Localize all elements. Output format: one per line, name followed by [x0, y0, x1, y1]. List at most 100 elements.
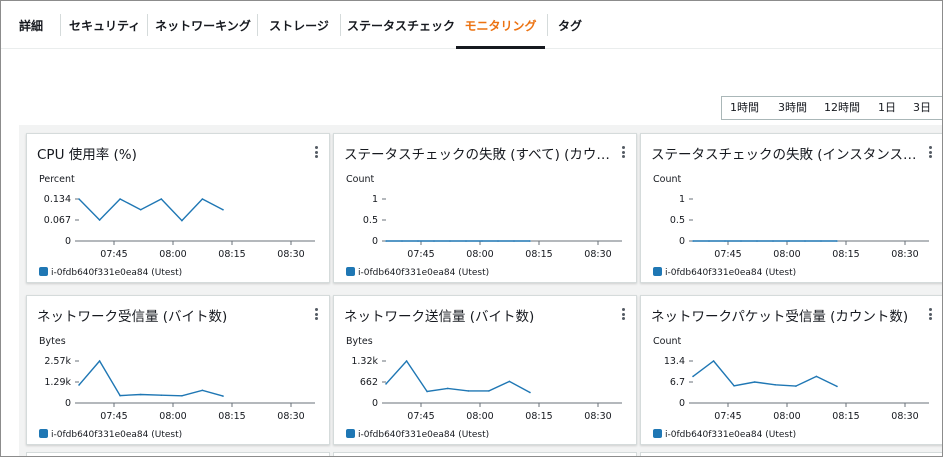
- widget-status-check-failed-instance: ステータスチェックの失敗 (インスタンス) (カウント数)Count10.500…: [640, 133, 942, 283]
- vertical-ellipsis-icon[interactable]: [315, 146, 319, 158]
- y-tick-label: 1.32k: [351, 356, 378, 367]
- widget-partial: [26, 452, 330, 456]
- x-tick-label: 08:15: [832, 249, 859, 260]
- legend-swatch: [39, 267, 48, 276]
- data-point: [774, 384, 777, 386]
- tab-networking[interactable]: ネットワーキング: [155, 1, 251, 49]
- tab-status-checks[interactable]: ステータスチェック: [347, 1, 455, 49]
- x-tick-label: 07:45: [714, 249, 741, 260]
- time-range-1h[interactable]: 1時間: [730, 97, 759, 119]
- data-point: [467, 390, 470, 392]
- y-tick-label: 662: [360, 377, 378, 388]
- chart-legend[interactable]: i-0fdb640f331e0ea84 (Utest): [653, 429, 796, 440]
- line-chart: 1 0.5 0 07:45 08:00 08:15 08:30: [363, 194, 622, 260]
- y-tick-label: 0.5: [363, 215, 378, 226]
- widget-title: ネットワーク送信量 (バイト数): [344, 309, 535, 325]
- data-point: [385, 240, 387, 242]
- tab-tags[interactable]: タグ: [553, 1, 587, 49]
- y-tick-label: 13.4: [664, 356, 685, 367]
- vertical-ellipsis-icon[interactable]: [929, 308, 933, 320]
- x-tick-label: 08:15: [525, 249, 552, 260]
- x-tick-label: 08:00: [159, 249, 186, 260]
- legend-swatch: [346, 429, 355, 438]
- time-range-3d[interactable]: 3日: [913, 97, 931, 119]
- widget-title: ステータスチェックの失敗 (インスタンス) (カウント数): [651, 147, 919, 163]
- data-point: [795, 385, 797, 387]
- data-point: [78, 198, 80, 200]
- data-point: [201, 198, 204, 200]
- y-tick-label: 0: [372, 236, 378, 247]
- data-point: [160, 198, 163, 200]
- legend-label: i-0fdb640f331e0ea84 (Utest): [358, 430, 490, 440]
- y-tick-label: 6.7: [670, 377, 685, 388]
- widget-network-in: ネットワーク受信量 (バイト数) Bytes 2.57k 1.29k 0 07:45 08:…: [26, 295, 330, 445]
- data-point: [160, 394, 163, 396]
- widget-cpu-utilization: CPU 使用率 (%) Percent 0.134 0.067 0 07:45 08:00 0…: [26, 133, 330, 283]
- x-tick-label: 07:45: [407, 249, 434, 260]
- data-point: [405, 360, 408, 362]
- data-point: [385, 383, 387, 385]
- chart-legend[interactable]: i-0fdb640f331e0ea84 (Utest): [39, 267, 182, 278]
- chart-legend[interactable]: i-0fdb640f331e0ea84 (Utest): [39, 429, 182, 440]
- data-point: [417, 240, 419, 242]
- data-point: [529, 391, 531, 394]
- tab-security[interactable]: セキュリティ: [69, 1, 140, 49]
- data-point: [139, 393, 142, 396]
- time-range-12h[interactable]: 12時間: [824, 97, 860, 119]
- widget-network-packets-in: ネットワークパケット受信量 (カウント数) Count 13.4 6.7 0 07:45 0…: [640, 295, 942, 445]
- tab-storage[interactable]: ストレージ: [265, 1, 333, 49]
- x-tick-label: 08:30: [891, 249, 918, 260]
- metrics-dashboard: CPU 使用率 (%) Percent 0.134 0.067 0 07:45 08:00 0…: [19, 125, 942, 456]
- vertical-ellipsis-icon[interactable]: [929, 146, 933, 158]
- vertical-ellipsis-icon[interactable]: [315, 308, 319, 320]
- x-tick-label: 08:00: [773, 249, 800, 260]
- series-line: [692, 360, 838, 388]
- x-tick-label: 08:15: [525, 411, 552, 422]
- time-range-1d[interactable]: 1日: [878, 97, 896, 119]
- data-point: [201, 389, 204, 392]
- widget-partial: [333, 452, 637, 456]
- x-tick-label: 08:00: [159, 411, 186, 422]
- x-tick-label: 08:30: [277, 411, 304, 422]
- widget-title: ステータスチェックの失敗 (すべて) (カウント数): [344, 147, 612, 163]
- widget-title: ネットワーク受信量 (バイト数): [37, 309, 228, 325]
- y-tick-label: 0.134: [44, 194, 71, 205]
- data-point: [508, 380, 511, 383]
- legend-swatch: [653, 429, 662, 438]
- x-tick-label: 08:15: [218, 249, 245, 260]
- x-tick-label: 08:00: [466, 411, 493, 422]
- y-tick-label: 0: [65, 236, 71, 247]
- chart-legend[interactable]: i-0fdb640f331e0ea84 (Utest): [346, 429, 489, 440]
- chart-legend[interactable]: i-0fdb640f331e0ea84 (Utest): [346, 267, 489, 278]
- line-chart: 1.32k 662 0 07:45 08:00 08:15 08:30: [351, 356, 622, 422]
- data-point: [401, 240, 403, 242]
- y-tick-label: 0: [679, 236, 685, 247]
- data-point: [449, 240, 451, 242]
- data-point: [488, 390, 490, 392]
- line-chart: 13.4 6.7 0 07:45 08:00 08:15 08:30: [664, 356, 929, 422]
- data-point: [753, 381, 756, 383]
- tab-monitoring[interactable]: モニタリング: [456, 1, 545, 49]
- y-tick-label: 0: [372, 398, 378, 409]
- x-tick-label: 07:45: [407, 411, 434, 422]
- data-point: [222, 395, 224, 397]
- series-line: [78, 198, 224, 222]
- data-point: [712, 360, 715, 362]
- vertical-ellipsis-icon[interactable]: [622, 308, 626, 320]
- legend-swatch: [346, 267, 355, 276]
- line-chart: 0.134 0.067 0 07:45 08:00 08:15 08:30: [44, 194, 315, 260]
- data-point: [836, 385, 838, 388]
- chart-legend[interactable]: i-0fdb640f331e0ea84 (Utest): [653, 267, 796, 278]
- x-tick-label: 08:30: [584, 411, 611, 422]
- time-range-3h[interactable]: 3時間: [778, 97, 807, 119]
- data-point: [497, 240, 499, 242]
- data-point: [772, 240, 774, 242]
- tab-details[interactable]: 詳細: [9, 1, 53, 49]
- data-point: [98, 219, 101, 221]
- data-point: [433, 240, 435, 242]
- y-tick-label: 0: [679, 398, 685, 409]
- x-tick-label: 07:45: [714, 411, 741, 422]
- widget-network-out: ネットワーク送信量 (バイト数) Bytes 1.32k 662 0 07:45 08:00…: [333, 295, 637, 445]
- x-tick-label: 08:30: [277, 249, 304, 260]
- vertical-ellipsis-icon[interactable]: [622, 146, 626, 158]
